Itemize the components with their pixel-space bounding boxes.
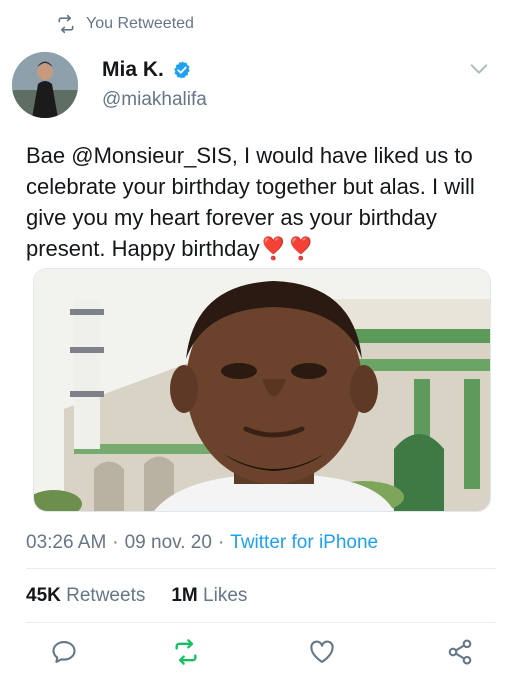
retweet-banner: You Retweeted (56, 12, 194, 36)
likes-stat[interactable]: 1M Likes (171, 585, 247, 607)
tweet-date: 09 nov. 20 (124, 532, 212, 553)
heart-emoji: ❣️❣️ (259, 236, 315, 261)
avatar-image (12, 52, 78, 118)
retweets-count: 45K (26, 585, 61, 606)
divider (26, 568, 496, 569)
author-handle[interactable]: @miakhalifa (102, 89, 207, 111)
avatar[interactable] (12, 52, 78, 118)
chevron-down-icon[interactable] (468, 58, 490, 80)
divider (26, 622, 496, 623)
share-icon (448, 639, 472, 665)
photo-image (34, 269, 490, 511)
retweets-label: Retweets (66, 585, 146, 606)
reply-button[interactable] (50, 638, 78, 666)
reply-icon (52, 641, 76, 663)
retweets-stat[interactable]: 45K Retweets (26, 585, 145, 607)
likes-count: 1M (171, 585, 198, 606)
retweet-button[interactable] (172, 638, 200, 666)
tweet-action-bar (0, 634, 522, 674)
heart-icon (310, 640, 334, 663)
tweet-text: Bae @Monsieur_SIS, I would have liked us… (26, 140, 502, 264)
retweet-icon (58, 14, 74, 34)
tweet-text-prefix: Bae (26, 143, 72, 168)
meta-separator: · (217, 532, 225, 553)
tweet-stats: 45K Retweets 1M Likes (26, 585, 247, 607)
tweet-source-link[interactable]: Twitter for iPhone (230, 532, 378, 554)
tweet-meta: 03:26 AM · 09 nov. 20 · Twitter for iPho… (26, 532, 378, 554)
like-button[interactable] (308, 638, 336, 666)
author-display-name[interactable]: Mia K. (102, 58, 164, 82)
retweet-banner-label: You Retweeted (86, 15, 194, 32)
share-button[interactable] (446, 638, 474, 666)
mention-link[interactable]: @Monsieur_SIS (71, 143, 232, 168)
retweet-icon (175, 639, 197, 665)
verified-badge-icon (174, 61, 190, 79)
likes-label: Likes (203, 585, 248, 606)
tweet-photo[interactable] (33, 268, 491, 512)
tweet-time: 03:26 AM (26, 532, 107, 553)
author-name-row: Mia K. (102, 58, 192, 82)
meta-separator: · (112, 532, 119, 553)
